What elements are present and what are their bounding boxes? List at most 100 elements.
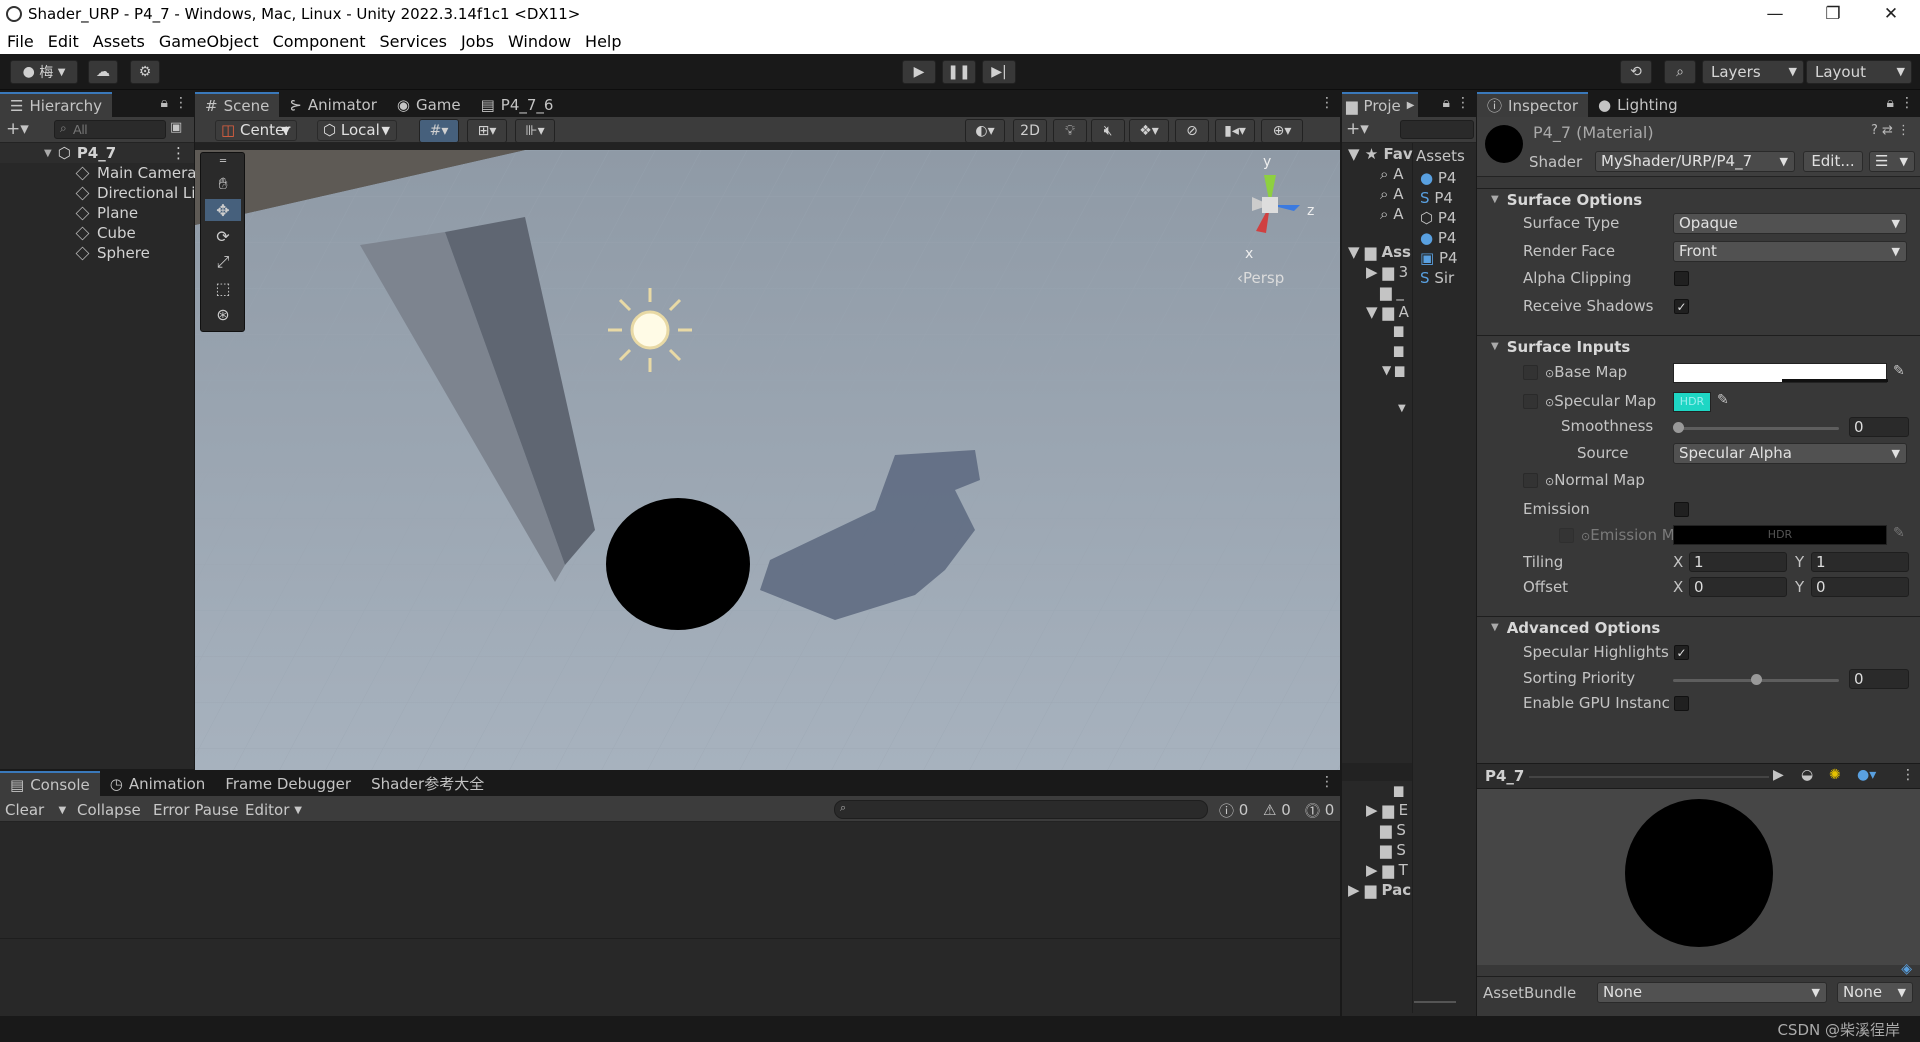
folder-item-1[interactable]: ▶ ▆ 3 xyxy=(1366,263,1408,281)
console-detail-divider[interactable] xyxy=(0,938,1340,939)
tab-hierarchy[interactable]: ☰ Hierarchy xyxy=(0,92,112,117)
packages-folder[interactable]: ▶ ▆ Pac xyxy=(1348,881,1411,899)
play-icon[interactable]: ▶ xyxy=(1773,767,1784,783)
step-button[interactable]: ▶| xyxy=(982,60,1016,84)
collab-button[interactable]: ⚙ xyxy=(130,60,160,84)
tiling-x-field[interactable]: 1 xyxy=(1689,552,1787,572)
error-count-toggle[interactable]: ⓵ 0 xyxy=(1300,800,1339,820)
eyedropper-icon[interactable]: ✎ xyxy=(1717,392,1729,408)
subfolder-2[interactable]: ▆ xyxy=(1394,343,1403,357)
lower-folder-3[interactable]: ▆ S xyxy=(1380,841,1406,859)
collapse-button[interactable]: Collapse xyxy=(72,800,146,820)
rotate-tool-icon[interactable]: ⟳ xyxy=(205,225,241,247)
tab-console[interactable]: ▤ Console xyxy=(0,771,100,796)
cloud-button[interactable]: ☁ xyxy=(88,60,118,84)
specular-color-swatch[interactable]: HDR xyxy=(1673,392,1711,412)
history-button[interactable]: ⟲ xyxy=(1620,60,1652,84)
more-icon[interactable]: ⋮ xyxy=(171,144,186,162)
more-icon[interactable]: ⋮ xyxy=(174,95,188,111)
sorting-priority-slider-knob[interactable] xyxy=(1751,674,1762,685)
error-pause-button[interactable]: Error Pause xyxy=(148,800,243,820)
eyedropper-icon[interactable]: ✎ xyxy=(1893,363,1905,379)
gpu-instancing-checkbox[interactable] xyxy=(1674,696,1689,711)
tab-lighting[interactable]: ● Lighting xyxy=(1588,92,1688,117)
menu-window[interactable]: Window xyxy=(501,32,578,51)
menu-file[interactable]: File xyxy=(0,32,41,51)
move-tool-icon[interactable]: ✥ xyxy=(205,199,241,221)
effects-toggle[interactable]: ❖▾ xyxy=(1129,119,1169,143)
gizmos-dropdown[interactable]: ⊕▾ xyxy=(1261,119,1303,143)
tab-animator[interactable]: ⊱ Animator xyxy=(279,92,387,117)
base-map-texture-slot[interactable] xyxy=(1523,365,1538,380)
subfolder-arrow-icon[interactable]: ▼ xyxy=(1398,403,1406,414)
console-search-input[interactable] xyxy=(834,800,1208,819)
layers-dropdown[interactable]: Layers ▼ xyxy=(1702,60,1804,84)
menu-help[interactable]: Help xyxy=(578,32,628,51)
subfolder-1[interactable]: ▆ xyxy=(1394,323,1403,337)
menu-jobs[interactable]: Jobs xyxy=(454,32,501,51)
alpha-clipping-checkbox[interactable] xyxy=(1674,271,1689,286)
hierarchy-search-input[interactable] xyxy=(54,120,166,139)
increment-snap-button[interactable]: ⊪▾ xyxy=(515,119,555,143)
project-search-input[interactable] xyxy=(1400,120,1474,139)
lower-folder-2[interactable]: ▆ S xyxy=(1380,821,1406,839)
minimize-button[interactable]: — xyxy=(1746,0,1804,28)
specular-map-texture-slot[interactable] xyxy=(1523,394,1538,409)
shader-dropdown[interactable]: MyShader/URP/P4_7 ▼ xyxy=(1595,151,1795,172)
asset-item-4[interactable]: ● P4 xyxy=(1420,229,1456,247)
preview-light-icon[interactable]: ✺ xyxy=(1829,767,1841,783)
fav-item-1[interactable]: ⌕ A xyxy=(1380,165,1403,183)
zoom-slider[interactable] xyxy=(1414,1001,1456,1003)
hierarchy-item-sphere[interactable]: Sphere xyxy=(75,243,150,263)
tab-game[interactable]: ◉ Game xyxy=(387,92,471,117)
hand-tool-icon[interactable]: ✋︎ xyxy=(205,173,241,195)
play-button[interactable]: ▶ xyxy=(902,60,936,84)
smoothness-field[interactable]: 0 xyxy=(1849,417,1909,437)
persp-label[interactable]: ‹Persp xyxy=(1237,269,1284,287)
shader-options-dropdown[interactable]: ☰ ▼ xyxy=(1869,151,1915,172)
preview-mesh-icon[interactable]: ◒ xyxy=(1801,767,1813,783)
draw-mode-button[interactable]: ◐▾ xyxy=(965,119,1005,143)
folder-item-2[interactable]: ▆ _ xyxy=(1380,283,1404,301)
expand-arrow-icon[interactable]: ▼ xyxy=(44,148,52,159)
camera-dropdown[interactable]: ▮◂▾ xyxy=(1215,119,1255,143)
log-count-toggle[interactable]: ⓘ 0 xyxy=(1214,800,1253,820)
receive-shadows-checkbox[interactable]: ✓ xyxy=(1674,299,1689,314)
hierarchy-item-main-camera[interactable]: Main Camera xyxy=(75,163,196,183)
lock-icon[interactable]: 🔒︎ xyxy=(1887,95,1894,111)
lighting-toggle[interactable]: 💡︎ xyxy=(1053,119,1087,143)
tiling-y-field[interactable]: 1 xyxy=(1811,552,1909,572)
close-button[interactable]: ✕ xyxy=(1862,0,1920,28)
render-face-dropdown[interactable]: Front ▼ xyxy=(1673,241,1907,262)
tab-project[interactable]: ▆ Proje ▶ xyxy=(1342,92,1419,117)
menu-assets[interactable]: Assets xyxy=(86,32,152,51)
surface-options-header[interactable]: ▼ Surface Options xyxy=(1477,188,1920,210)
lock-icon[interactable]: 🔒︎ xyxy=(161,95,168,111)
visibility-toggle[interactable]: ⊘ xyxy=(1175,119,1209,143)
surface-inputs-header[interactable]: ▼ Surface Inputs xyxy=(1477,335,1920,357)
asset-item-6[interactable]: S Sir xyxy=(1420,269,1454,287)
fav-item-3[interactable]: ⌕ A xyxy=(1380,205,1403,223)
audio-toggle[interactable]: 🔇︎ xyxy=(1091,119,1125,143)
fav-item-2[interactable]: ⌕ A xyxy=(1380,185,1403,203)
palette-handle-icon[interactable]: ═ xyxy=(205,156,241,167)
tab-p4-7-6[interactable]: ▤ P4_7_6 xyxy=(471,92,564,117)
advanced-options-header[interactable]: ▼ Advanced Options xyxy=(1477,616,1920,638)
preview-sphere-dropdown[interactable]: ●▾ xyxy=(1857,767,1876,783)
layout-dropdown[interactable]: Layout ▼ xyxy=(1806,60,1912,84)
editor-dropdown[interactable]: Editor ▼ xyxy=(240,800,307,820)
source-dropdown[interactable]: Specular Alpha ▼ xyxy=(1673,443,1907,464)
2d-toggle[interactable]: 2D xyxy=(1013,119,1047,143)
pause-button[interactable]: ❚❚ xyxy=(942,60,976,84)
folder-item-3[interactable]: ▼ ▆ A xyxy=(1366,303,1409,321)
material-preview[interactable]: ◈ xyxy=(1477,789,1920,977)
hierarchy-item-cube[interactable]: Cube xyxy=(75,223,136,243)
subfolder-3[interactable]: ▼ ▆ xyxy=(1382,363,1404,377)
hierarchy-item-directional-light[interactable]: Directional Li xyxy=(75,183,195,203)
tab-animation[interactable]: ◷ Animation xyxy=(100,771,216,796)
menu-component[interactable]: Component xyxy=(266,32,373,51)
search-button[interactable]: ⌕ xyxy=(1664,60,1696,84)
space-dropdown[interactable]: ⬡ Local ▼ xyxy=(317,120,397,141)
specular-highlights-checkbox[interactable]: ✓ xyxy=(1674,645,1689,660)
lock-icon[interactable]: 🔒︎ xyxy=(1443,95,1450,111)
